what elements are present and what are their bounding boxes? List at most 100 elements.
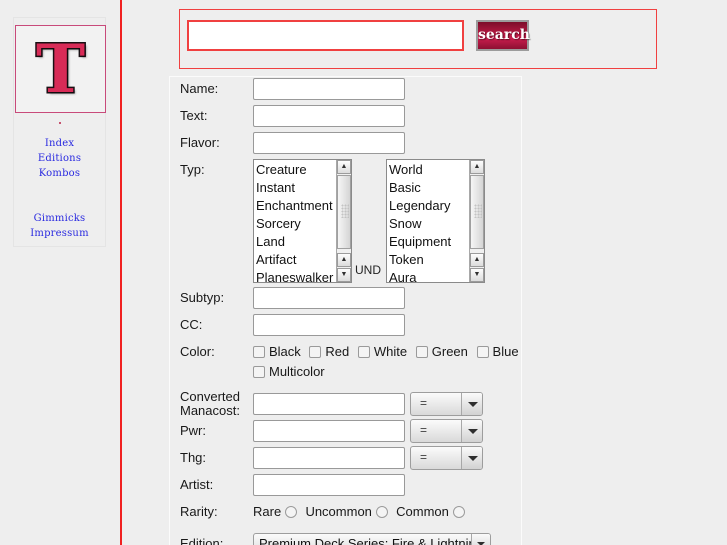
color-checkbox-group: Black Red White Green Blue bbox=[253, 344, 521, 359]
list-item[interactable]: Land bbox=[256, 233, 337, 251]
scroll-down-icon[interactable]: ▼ bbox=[337, 268, 351, 282]
advanced-search-form: Name: Text: Flavor: Typ: Creature Instan… bbox=[169, 76, 522, 545]
sidebar-nav-gap bbox=[14, 181, 105, 211]
typ-joiner-label: UND bbox=[355, 263, 381, 277]
thg-label: Thg: bbox=[180, 450, 207, 465]
operator-value: = bbox=[420, 396, 428, 410]
scrollbar-grip-icon bbox=[341, 204, 349, 218]
rarity-option-common[interactable]: Common bbox=[396, 504, 465, 519]
main-content: search Name: Text: Flavor: Typ: Creature… bbox=[122, 0, 727, 545]
color-option-label: Black bbox=[269, 344, 301, 359]
thg-operator-select[interactable]: = bbox=[410, 446, 483, 470]
pwr-input[interactable] bbox=[253, 420, 405, 442]
radio-icon[interactable] bbox=[452, 506, 465, 518]
typ-left-scrollbar[interactable]: ▲ ▲ ▼ bbox=[336, 160, 351, 282]
flavor-input[interactable] bbox=[253, 132, 405, 154]
chevron-down-icon[interactable] bbox=[461, 447, 482, 469]
checkbox-icon[interactable] bbox=[253, 346, 265, 358]
list-item[interactable]: Creature bbox=[256, 161, 337, 179]
logo-separator-dot bbox=[58, 122, 61, 124]
typ-label: Typ: bbox=[180, 162, 205, 177]
color-option-black[interactable]: Black bbox=[253, 344, 301, 359]
scroll-up-icon[interactable]: ▲ bbox=[337, 253, 351, 267]
cc-label: CC: bbox=[180, 317, 203, 332]
artist-input[interactable] bbox=[253, 474, 405, 496]
rarity-option-label: Uncommon bbox=[305, 504, 372, 519]
edition-select[interactable]: Premium Deck Series: Fire & Lightning bbox=[253, 533, 491, 545]
pwr-operator-select[interactable]: = bbox=[410, 419, 483, 443]
color-option-blue[interactable]: Blue bbox=[476, 344, 519, 359]
sidebar: T Index Editions Kombos Gimmicks Impress… bbox=[0, 0, 122, 545]
color-option-green[interactable]: Green bbox=[415, 344, 468, 359]
color-option-multicolor[interactable]: Multicolor bbox=[253, 364, 325, 379]
list-item[interactable]: Sorcery bbox=[256, 215, 337, 233]
typ-right-scrollbar[interactable]: ▲ ▲ ▼ bbox=[469, 160, 484, 282]
list-item[interactable]: Equipment bbox=[389, 233, 470, 251]
form-row-color: Color: Black Red White Green Blue bbox=[170, 340, 521, 364]
thg-input[interactable] bbox=[253, 447, 405, 469]
form-row-name: Name: bbox=[170, 77, 521, 104]
typ-listbox-left[interactable]: Creature Instant Enchantment Sorcery Lan… bbox=[253, 159, 352, 283]
converted-manacost-input[interactable] bbox=[253, 393, 405, 415]
list-item[interactable]: Planeswalker bbox=[256, 269, 337, 282]
scroll-up-icon[interactable]: ▲ bbox=[337, 160, 351, 174]
list-item[interactable]: Snow bbox=[389, 215, 470, 233]
sidebar-item-kombos[interactable]: Kombos bbox=[14, 166, 105, 181]
scroll-up-icon[interactable]: ▲ bbox=[470, 160, 484, 174]
color-option-label: White bbox=[373, 344, 408, 359]
subtyp-input[interactable] bbox=[253, 287, 405, 309]
list-item[interactable]: Basic bbox=[389, 179, 470, 197]
site-logo: T bbox=[15, 25, 106, 113]
list-item[interactable]: Legendary bbox=[389, 197, 470, 215]
color-option-white[interactable]: White bbox=[357, 344, 408, 359]
sidebar-item-index[interactable]: Index bbox=[14, 136, 105, 151]
rarity-option-rare[interactable]: Rare bbox=[253, 504, 297, 519]
artist-label: Artist: bbox=[180, 477, 214, 492]
list-item[interactable]: Aura bbox=[389, 269, 470, 282]
color-option-red[interactable]: Red bbox=[309, 344, 349, 359]
scroll-up-icon[interactable]: ▲ bbox=[470, 253, 484, 267]
scroll-down-icon[interactable]: ▼ bbox=[470, 268, 484, 282]
list-item[interactable]: World bbox=[389, 161, 470, 179]
scrollbar-thumb[interactable] bbox=[470, 175, 484, 249]
sidebar-inner: T Index Editions Kombos Gimmicks Impress… bbox=[13, 17, 106, 247]
search-button[interactable]: search bbox=[476, 20, 530, 51]
name-label: Name: bbox=[180, 81, 219, 96]
sidebar-item-gimmicks[interactable]: Gimmicks bbox=[14, 211, 105, 226]
typ-list-right-items: World Basic Legendary Snow Equipment Tok… bbox=[387, 160, 470, 282]
rarity-option-uncommon[interactable]: Uncommon bbox=[305, 504, 388, 519]
color-option-label: Blue bbox=[492, 344, 519, 359]
list-item[interactable]: Artifact bbox=[256, 251, 337, 269]
radio-icon[interactable] bbox=[375, 506, 388, 518]
form-row-subtyp: Subtyp: bbox=[170, 286, 521, 313]
checkbox-icon[interactable] bbox=[476, 346, 489, 358]
subtyp-label: Subtyp: bbox=[180, 290, 225, 305]
checkbox-icon[interactable] bbox=[357, 346, 370, 358]
rarity-label: Rarity: bbox=[180, 504, 218, 519]
checkbox-icon[interactable] bbox=[309, 346, 322, 358]
form-row-converted-manacost: Converted Manacost: = bbox=[170, 390, 521, 419]
checkbox-icon[interactable] bbox=[415, 346, 428, 358]
color-label: Color: bbox=[180, 344, 215, 359]
scrollbar-thumb[interactable] bbox=[337, 175, 351, 249]
cc-input[interactable] bbox=[253, 314, 405, 336]
chevron-down-icon[interactable] bbox=[461, 420, 482, 442]
chevron-down-icon[interactable] bbox=[471, 534, 490, 545]
rarity-option-label: Rare bbox=[253, 504, 282, 519]
converted-manacost-operator-select[interactable]: = bbox=[410, 392, 483, 416]
form-row-typ: Typ: Creature Instant Enchantment Sorcer… bbox=[170, 158, 521, 286]
list-item[interactable]: Token bbox=[389, 251, 470, 269]
search-input[interactable] bbox=[187, 20, 464, 51]
sidebar-item-impressum[interactable]: Impressum bbox=[14, 226, 105, 241]
sidebar-item-editions[interactable]: Editions bbox=[14, 151, 105, 166]
checkbox-icon[interactable] bbox=[253, 366, 265, 378]
text-input[interactable] bbox=[253, 105, 405, 127]
radio-icon[interactable] bbox=[284, 506, 297, 518]
form-row-thg: Thg: = bbox=[170, 446, 521, 473]
list-item[interactable]: Instant bbox=[256, 179, 337, 197]
edition-label: Edition: bbox=[180, 536, 224, 545]
list-item[interactable]: Enchantment bbox=[256, 197, 337, 215]
typ-listbox-right[interactable]: World Basic Legendary Snow Equipment Tok… bbox=[386, 159, 485, 283]
name-input[interactable] bbox=[253, 78, 405, 100]
chevron-down-icon[interactable] bbox=[461, 393, 482, 415]
